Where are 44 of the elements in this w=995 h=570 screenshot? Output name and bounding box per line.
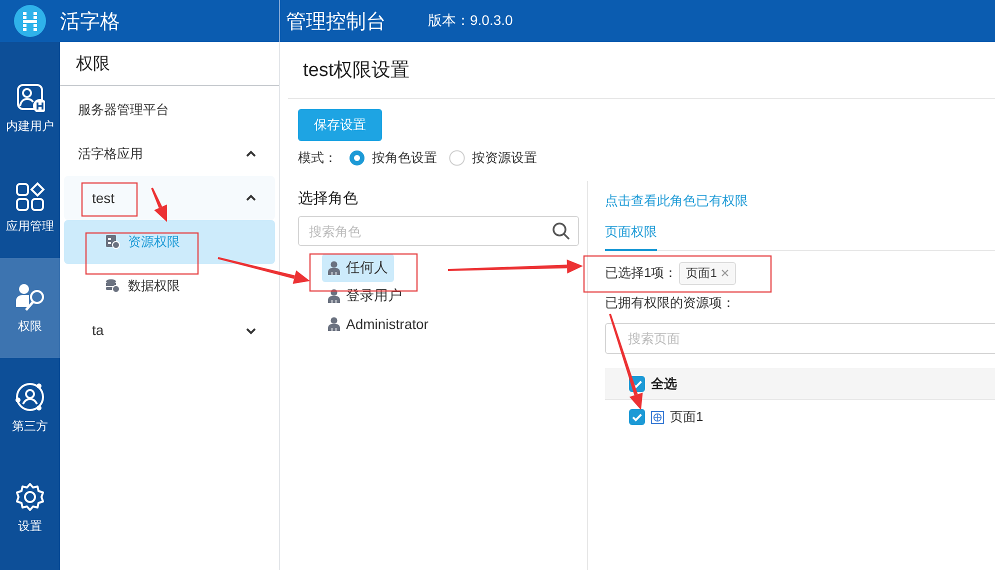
- user-key-icon: [15, 282, 45, 312]
- file-lock-icon: [106, 235, 120, 249]
- mode-radio[interactable]: 按角色设置: [349, 149, 437, 167]
- console-title: 管理控制台: [286, 10, 386, 34]
- mode-radio[interactable]: 按资源设置: [449, 149, 537, 167]
- search-field[interactable]: 搜索页面: [605, 323, 995, 354]
- page-icon: [651, 410, 664, 424]
- nav-item[interactable]: 应用管理: [0, 158, 60, 258]
- owned-resources-label: 已拥有权限的资源项：: [605, 294, 736, 312]
- selected-count-label: 已选择1项：: [605, 264, 678, 282]
- logo-icon: [14, 5, 46, 37]
- database-lock-icon: [106, 279, 120, 293]
- close-icon[interactable]: [720, 269, 729, 277]
- page-title: test权限设置: [288, 42, 995, 99]
- highlight-rectangle: [81, 182, 138, 217]
- mode-label: 模式：: [298, 149, 337, 167]
- tag-label: 页面1: [686, 264, 717, 282]
- nav-item[interactable]: 内建用户: [0, 58, 60, 158]
- tree-item[interactable]: 数据权限: [64, 264, 275, 308]
- nav-item[interactable]: 权限: [0, 258, 60, 358]
- version-label: 版本：9.0.3.0: [428, 12, 513, 30]
- tree-group[interactable]: 活字格应用: [64, 132, 275, 176]
- resource-label: 页面1: [670, 408, 704, 426]
- settings-icon: [15, 482, 45, 512]
- nav-item[interactable]: 设置: [0, 458, 60, 558]
- search-field[interactable]: 搜索角色: [298, 216, 579, 246]
- user-badge-icon: [15, 82, 45, 112]
- role-item[interactable]: 任何人: [322, 254, 394, 282]
- tree-group[interactable]: ta: [64, 308, 275, 352]
- checkbox-icon[interactable]: [629, 409, 645, 425]
- sidebar-title: 权限: [60, 42, 279, 86]
- tree-group[interactable]: test: [64, 176, 275, 220]
- nav-item[interactable]: 第三方: [0, 358, 60, 458]
- person-icon: [328, 317, 340, 331]
- section-title: 选择角色: [298, 189, 359, 208]
- apps-grid-icon: [15, 182, 45, 212]
- role-item[interactable]: Administrator: [322, 310, 434, 338]
- user-orbit-icon: [15, 382, 45, 412]
- app-name: 活字格: [60, 10, 120, 34]
- tree-item[interactable]: 服务器管理平台: [64, 88, 275, 132]
- person-icon: [328, 261, 340, 275]
- annotation-arrow: [151, 188, 167, 222]
- search-icon: [552, 222, 570, 240]
- person-icon: [328, 289, 340, 303]
